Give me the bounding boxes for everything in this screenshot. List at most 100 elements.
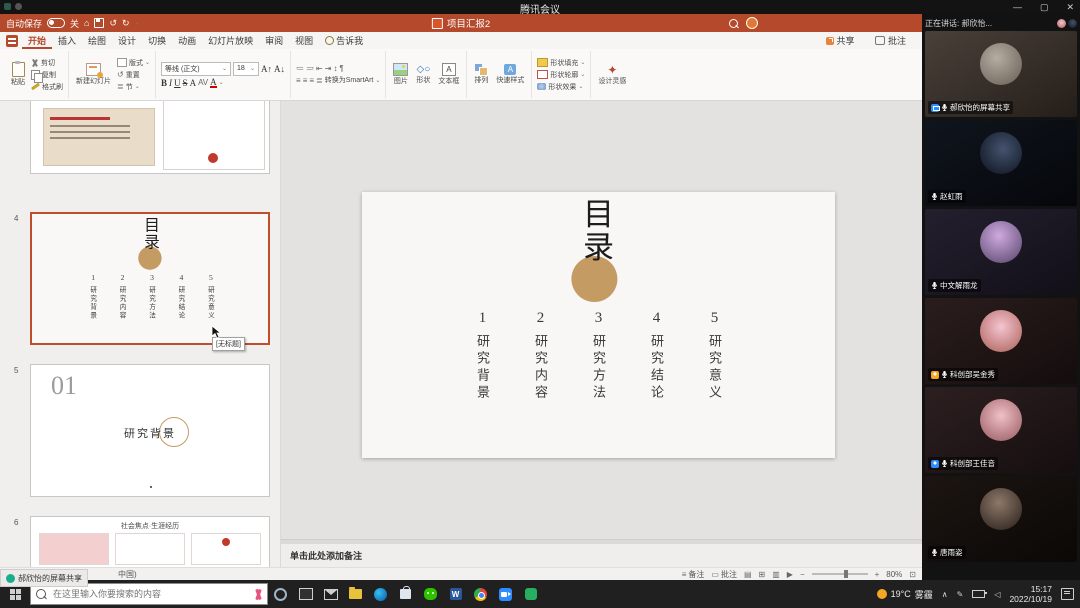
strikethrough-icon[interactable]: S — [183, 78, 188, 88]
taskbar-clock[interactable]: 15:17 2022/10/19 — [1009, 584, 1052, 604]
layout-button[interactable]: 版式⌄ — [117, 58, 150, 68]
font-color-icon[interactable]: A — [210, 78, 217, 88]
design-ideas-button[interactable]: ✦ 设计灵感 — [596, 63, 628, 87]
account-avatar[interactable] — [746, 17, 758, 29]
pen-icon[interactable]: ✎ — [957, 590, 964, 599]
notes-pane[interactable]: 单击此处添加备注 — [281, 544, 922, 567]
undo-icon[interactable]: ↺ — [109, 14, 117, 32]
normal-view-icon[interactable]: ▤ — [744, 570, 752, 579]
tab-animations[interactable]: 动画 — [172, 32, 202, 49]
grow-font-icon[interactable]: A↑ — [261, 64, 272, 74]
screen-share-toast[interactable]: 郝欣怡的屏幕共享 — [0, 569, 88, 587]
maximize-icon[interactable]: ▢ — [1040, 0, 1049, 14]
text-direction-icon[interactable]: ¶ — [339, 64, 343, 73]
zoom-slider[interactable] — [812, 573, 868, 575]
share-button[interactable]: 共享 — [820, 32, 861, 49]
fit-to-window-icon[interactable]: ⊡ — [909, 570, 916, 579]
file-explorer-button[interactable] — [343, 580, 368, 608]
bold-icon[interactable]: B — [161, 78, 167, 88]
tab-review[interactable]: 审阅 — [259, 32, 289, 49]
edge-button[interactable] — [368, 580, 393, 608]
minimize-icon[interactable]: — — [1013, 0, 1022, 14]
justify-icon[interactable]: ≣ — [316, 76, 323, 85]
tab-insert[interactable]: 插入 — [52, 32, 82, 49]
picture-button[interactable]: 图片 — [391, 62, 410, 87]
tab-slideshow[interactable]: 幻灯片放映 — [202, 32, 259, 49]
cut-button[interactable]: 剪切 — [31, 58, 63, 68]
meeting-menu-icon[interactable] — [15, 3, 22, 10]
line-spacing-icon[interactable]: ↕ — [333, 64, 337, 73]
shape-fill-button[interactable]: 形状填充⌄ — [537, 58, 585, 68]
arrange-button[interactable]: 排列 — [472, 63, 490, 86]
underline-icon[interactable]: U — [174, 78, 181, 88]
align-right-icon[interactable]: ≡ — [309, 76, 314, 85]
character-spacing-icon[interactable]: AV — [198, 78, 208, 87]
zoom-slider-thumb[interactable] — [844, 570, 848, 578]
notes-toggle[interactable]: ≡备注 — [682, 569, 705, 580]
slideshow-icon[interactable]: ▶ — [787, 570, 793, 579]
zoom-out-icon[interactable]: − — [800, 570, 805, 579]
slide-thumbnail-6[interactable]: 社会焦点·生涯经历 — [30, 516, 270, 567]
redo-icon[interactable]: ↻ — [122, 14, 130, 32]
volume-icon[interactable]: ◁ — [994, 590, 1000, 599]
reading-view-icon[interactable]: ▥ — [772, 570, 780, 579]
shape-outline-button[interactable]: 形状轮廓⌄ — [537, 70, 585, 80]
cortana-button[interactable] — [268, 580, 293, 608]
reset-button[interactable]: ↺重置 — [117, 70, 150, 80]
participant-tile[interactable]: 中文解雨龙 — [925, 209, 1077, 295]
tab-draw[interactable]: 绘图 — [82, 32, 112, 49]
copy-button[interactable]: 复制 — [31, 70, 63, 80]
battery-icon[interactable] — [972, 590, 985, 598]
comments-button[interactable]: 批注 — [869, 32, 912, 49]
increase-indent-icon[interactable]: ⇥ — [325, 64, 332, 73]
section-button[interactable]: ≣节⌄ — [117, 82, 150, 92]
current-slide[interactable]: 目 录 1研究背景 2研究内容 3研究方法 4研究结论 5研究意义 — [362, 192, 835, 458]
wechat-button[interactable] — [418, 580, 443, 608]
task-view-button[interactable] — [293, 580, 318, 608]
participant-tile[interactable]: 科创部王佳音 — [925, 387, 1077, 473]
participant-tile[interactable]: 郝欣怡的屏幕共享 — [925, 31, 1077, 117]
slide-thumbnail-5[interactable]: 01 研究背景 — [30, 364, 270, 497]
paste-button[interactable]: 粘贴 — [9, 61, 27, 88]
participant-tile[interactable]: 赵虹雨 — [925, 120, 1077, 206]
meeting-app-button[interactable] — [493, 580, 518, 608]
toc-items[interactable]: 1研究背景 2研究内容 3研究方法 4研究结论 5研究意义 — [362, 310, 835, 402]
search-input[interactable] — [51, 588, 248, 600]
comments-toggle[interactable]: ▭批注 — [711, 569, 737, 580]
save-icon[interactable] — [94, 18, 104, 28]
slide-thumbnail-panel[interactable]: 4 目 录 1研究背景 2研究内容 3研究方法 4研究结论 — [0, 101, 281, 567]
bullets-icon[interactable]: ≔ — [296, 64, 304, 73]
numbering-icon[interactable]: ≕ — [306, 64, 314, 73]
participant-tile[interactable]: 科创部吴金秀 — [925, 298, 1077, 384]
chrome-button[interactable] — [468, 580, 493, 608]
file-menu-icon[interactable] — [6, 35, 18, 47]
weather-widget[interactable]: 19°C 雾霾 — [877, 588, 933, 601]
zoom-level[interactable]: 80% — [886, 570, 902, 579]
text-shadow-icon[interactable]: A — [190, 78, 197, 88]
hidden-icons-chevron[interactable]: ∧ — [942, 590, 948, 599]
tab-design[interactable]: 设计 — [112, 32, 142, 49]
autosave-toggle[interactable] — [47, 18, 65, 28]
font-name-combobox[interactable]: 等线 (正文)⌄ — [161, 62, 231, 76]
slide-thumbnail-4-selected[interactable]: 目 录 1研究背景 2研究内容 3研究方法 4研究结论 5研究意义 — [30, 212, 270, 345]
align-center-icon[interactable]: ≡ — [303, 76, 308, 85]
word-button[interactable] — [443, 580, 468, 608]
font-size-combobox[interactable]: 18⌄ — [233, 62, 259, 76]
decrease-indent-icon[interactable]: ⇤ — [316, 64, 323, 73]
italic-icon[interactable]: I — [169, 78, 172, 88]
tab-tellme[interactable]: 告诉我 — [319, 32, 369, 49]
tab-transitions[interactable]: 切换 — [142, 32, 172, 49]
tab-view[interactable]: 视图 — [289, 32, 319, 49]
shapes-button[interactable]: ◇○ 形状 — [414, 64, 432, 86]
slide-thumbnail-3[interactable] — [30, 101, 270, 174]
slide-canvas[interactable]: 目 录 1研究背景 2研究内容 3研究方法 4研究结论 5研究意义 — [281, 101, 922, 539]
smartart-button[interactable]: 转换为SmartArt — [325, 75, 374, 85]
store-button[interactable] — [393, 580, 418, 608]
textbox-button[interactable]: 文本框 — [436, 62, 461, 87]
slide-title[interactable]: 目 录 — [362, 198, 835, 264]
green-app-button[interactable] — [518, 580, 543, 608]
zoom-in-icon[interactable]: + — [875, 570, 880, 579]
search-icon[interactable] — [729, 19, 738, 28]
slide-sorter-icon[interactable]: ⊞ — [759, 570, 766, 579]
shrink-font-icon[interactable]: A↓ — [274, 64, 285, 74]
